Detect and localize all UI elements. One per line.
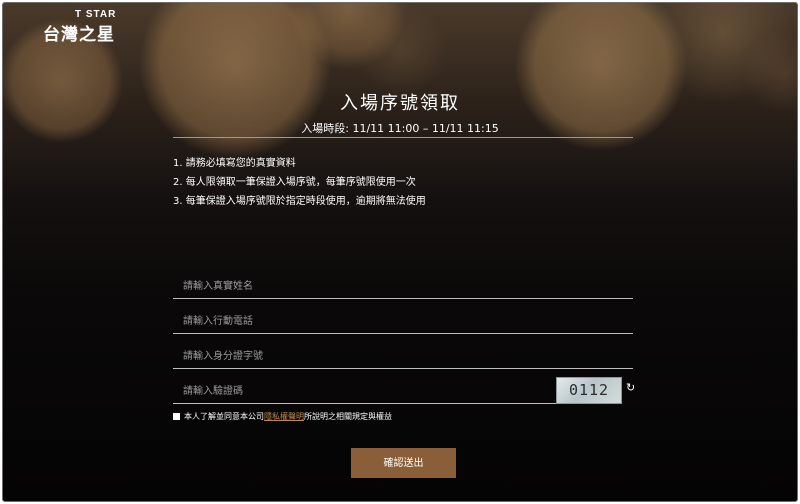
notes-list: 1. 請務必填寫您的真實資料 2. 每人限領取一筆保證入場序號，每筆序號限使用一… [173, 154, 426, 211]
name-input[interactable] [173, 274, 633, 298]
privacy-policy-link[interactable]: 隱私權聲明 [264, 412, 304, 421]
phone-input[interactable] [173, 309, 633, 333]
divider [173, 137, 633, 138]
agree-text-suffix: 所說明之相關規定與權益 [304, 412, 392, 421]
logo-english: T STAR [75, 9, 117, 20]
id-number-input[interactable] [173, 344, 633, 368]
logo-chinese: 台灣之星 [43, 25, 115, 45]
agree-text-prefix: 本人了解並同意本公司 [184, 412, 264, 421]
name-field [173, 274, 633, 299]
note-item: 2. 每人限領取一筆保證入場序號，每筆序號限使用一次 [173, 177, 416, 188]
captcha-input[interactable] [173, 379, 556, 403]
note-item: 3. 每筆保證入場序號限於指定時段使用，逾期將無法使用 [173, 196, 426, 207]
agreement-row: 本人了解並同意本公司隱私權聲明所說明之相關規定與權益 [173, 411, 392, 422]
agree-checkbox[interactable] [173, 413, 180, 420]
submit-button[interactable]: 確認送出 [351, 448, 456, 478]
page-frame: T STAR 台灣之星 入場序號領取 入場時段: 11/11 11:00 – 1… [2, 2, 798, 502]
refresh-icon[interactable]: ↻ [626, 381, 635, 394]
captcha-field [173, 379, 556, 404]
note-item: 1. 請務必填寫您的真實資料 [173, 158, 296, 169]
session-time: 入場時段: 11/11 11:00 – 11/11 11:15 [301, 122, 499, 135]
captcha-image: 0112 [556, 377, 622, 404]
phone-field [173, 309, 633, 334]
page-title: 入場序號領取 [340, 93, 460, 114]
id-number-field [173, 344, 633, 369]
